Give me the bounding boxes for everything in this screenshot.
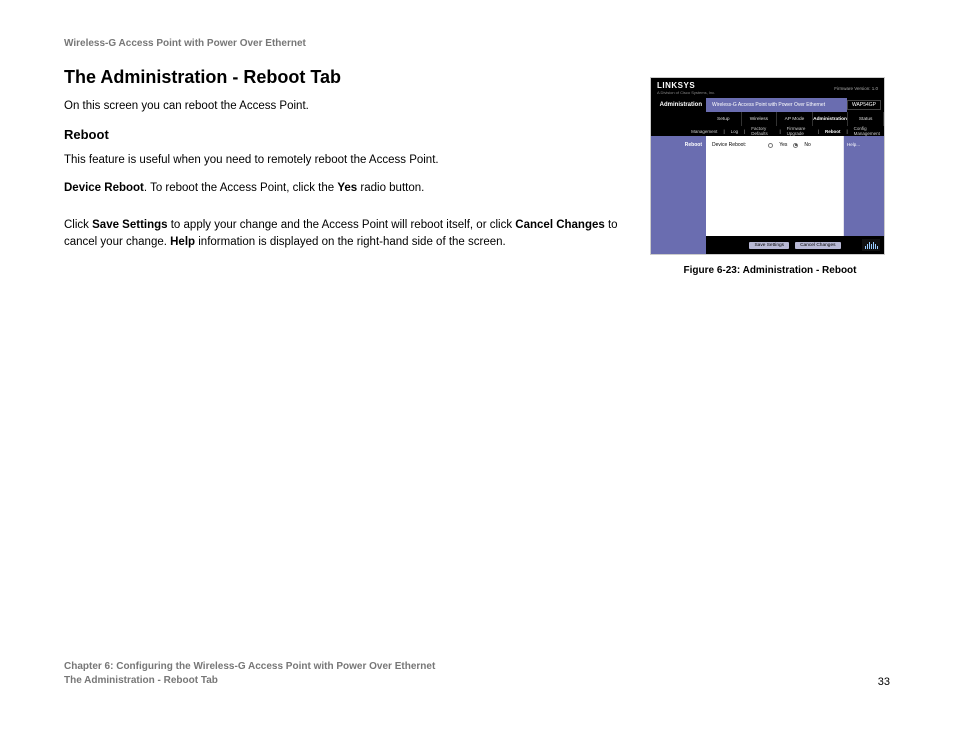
tab-wireless: Wireless [742,112,778,126]
subtab: Log [728,126,742,136]
subtab: Management [688,126,720,136]
subheading: Reboot [64,127,620,142]
section-label: Administration [651,102,706,108]
cancel-button: Cancel Changes [795,242,840,249]
page-number: 33 [878,676,890,688]
subtab: Config Management [851,126,884,136]
paragraph-1: This feature is useful when you need to … [64,152,620,169]
paragraph-3: Click Save Settings to apply your change… [64,217,620,250]
firmware-version: Firmware Version: 1.0 [834,86,878,91]
text: radio button. [357,182,424,194]
tab-status: Status [848,112,884,126]
cisco-logo-icon [862,239,880,251]
opt-no: No [804,142,810,148]
tagline: A Division of Cisco Systems, Inc. [657,90,715,95]
yes-label: Yes [337,182,357,194]
radio-yes [768,143,773,148]
page-title: The Administration - Reboot Tab [64,67,620,88]
running-header: Wireless-G Access Point with Power Over … [64,38,890,49]
help-label: Help [170,236,195,248]
fig-header: LINKSYS A Division of Cisco Systems, Inc… [651,78,884,98]
cancel-changes-label: Cancel Changes [515,219,604,231]
fig-form: Device Reboot: Yes No [706,136,844,236]
model-badge: WAP54GP [847,100,881,110]
tab-apmode: AP Mode [777,112,813,126]
tab-setup: Setup [706,112,742,126]
field-label: Device Reboot: [712,142,746,148]
fig-tabs: Setup Wireless AP Mode Administration St… [651,112,884,126]
footer-section: The Administration - Reboot Tab [64,674,435,688]
subtab-active: Reboot [822,126,844,136]
save-settings-label: Save Settings [92,219,167,231]
linksys-logo: LINKSYS [657,81,715,90]
tab-administration: Administration [813,112,849,126]
figure-caption: Figure 6-23: Administration - Reboot [650,265,890,276]
fig-side-label: Reboot [651,136,706,236]
page-footer: Chapter 6: Configuring the Wireless-G Ac… [64,660,890,688]
fig-title-row: Administration Wireless-G Access Point w… [651,98,884,112]
paragraph-2: Device Reboot. To reboot the Access Poin… [64,180,620,197]
device-reboot-label: Device Reboot [64,182,144,194]
save-button: Save Settings [749,242,789,249]
text: . To reboot the Access Point, click the [144,182,337,194]
footer-chapter: Chapter 6: Configuring the Wireless-G Ac… [64,660,435,674]
text: information is displayed on the right-ha… [195,236,506,248]
text: to apply your change and the Access Poin… [168,219,516,231]
subtab: Factory Defaults [748,126,776,136]
product-name: Wireless-G Access Point with Power Over … [706,98,847,112]
fig-subtabs: Management | Log | Factory Defaults | Fi… [651,126,884,136]
text: Click [64,219,92,231]
intro-text: On this screen you can reboot the Access… [64,98,620,115]
subtab: Firmware Upgrade [784,126,815,136]
main-content: The Administration - Reboot Tab On this … [64,67,620,276]
opt-yes: Yes [779,142,787,148]
fig-bottom: Save Settings Cancel Changes [651,236,884,254]
figure-screenshot: LINKSYS A Division of Cisco Systems, Inc… [650,77,885,255]
figure-column: LINKSYS A Division of Cisco Systems, Inc… [650,67,890,276]
radio-no [793,143,798,148]
fig-help: Help... [844,136,884,236]
fig-body: Reboot Device Reboot: Yes No Help... [651,136,884,236]
product-text: Wireless-G Access Point with Power Over … [712,102,825,108]
